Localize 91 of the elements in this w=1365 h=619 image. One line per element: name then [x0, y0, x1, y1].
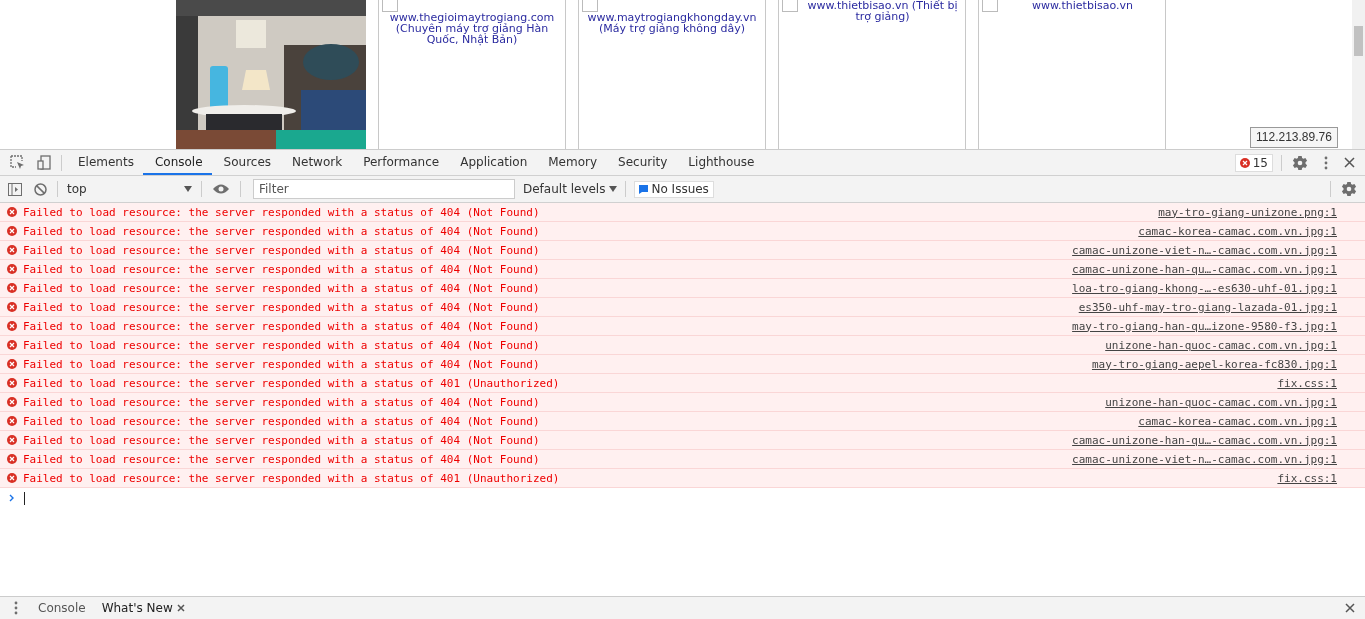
context-dropdown[interactable]: top: [62, 182, 197, 196]
error-icon: [7, 454, 17, 464]
error-text: Failed to load resource: the server responded with a status of 404 (Not Found): [23, 338, 541, 352]
link-text[interactable]: (Máy trợ giảng không dây): [581, 23, 763, 34]
error-text: Failed to load resource: the server responded with a status of 404 (Not Found): [23, 224, 541, 238]
panel-tab[interactable]: Sources: [211, 150, 281, 175]
source-link[interactable]: loa-tro-giang-khong-…-es630-uhf-01.jpg:1: [1072, 281, 1337, 295]
dropdown-arrow-icon: [184, 186, 192, 192]
source-link[interactable]: fix.css:1: [1277, 471, 1337, 485]
scrollbar[interactable]: [1352, 0, 1365, 149]
panel-tab[interactable]: Security: [606, 150, 677, 175]
sidebar-toggle-icon[interactable]: [8, 182, 22, 196]
error-count-badge[interactable]: 15: [1234, 153, 1273, 172]
error-text: Failed to load resource: the server responded with a status of 404 (Not Found): [23, 262, 541, 276]
link-text[interactable]: (Chuyên máy trợ giảng Hàn Quốc, Nhật Bản): [381, 23, 563, 45]
link-text[interactable]: www.thietbisao.vn (Thiết bị trợ giảng): [781, 0, 963, 22]
source-link[interactable]: may-tro-giang-unizone.png:1: [1158, 205, 1337, 219]
panel-tab[interactable]: Application: [448, 150, 537, 175]
error-text: Failed to load resource: the server responded with a status of 401 (Unauthorized): [23, 471, 561, 485]
link-text[interactable]: www.thegioimaytrogiang.com: [381, 0, 563, 23]
error-text: Failed to load resource: the server responded with a status of 404 (Not Found): [23, 433, 541, 447]
message-icon: [639, 184, 649, 194]
error-icon: [7, 340, 17, 350]
source-link[interactable]: camac-unizone-han-qu…-camac.com.vn.jpg:1: [1072, 433, 1337, 447]
prompt-chevron-icon: [9, 494, 15, 502]
source-link[interactable]: unizone-han-quoc-camac.com.vn.jpg:1: [1105, 338, 1337, 352]
eye-icon[interactable]: [212, 183, 230, 195]
source-link[interactable]: may-tro-giang-aepel-korea-fc830.jpg:1: [1091, 357, 1337, 371]
error-icon: [7, 321, 17, 331]
checkbox[interactable]: [982, 0, 998, 12]
error-text: Failed to load resource: the server responded with a status of 404 (Not Found): [23, 452, 541, 466]
panel-tab[interactable]: Lighthouse: [676, 150, 764, 175]
error-icon: [7, 473, 17, 483]
error-icon: [7, 226, 17, 236]
filter-field[interactable]: Filter: [253, 179, 515, 199]
error-icon: [7, 207, 17, 217]
link-text[interactable]: www.maytrogiangkhongday.vn: [581, 0, 763, 23]
panel-tab[interactable]: Memory: [536, 150, 607, 175]
clear-icon[interactable]: [34, 182, 47, 196]
error-icon: [1239, 157, 1250, 168]
panel-tab[interactable]: Network: [280, 150, 352, 175]
link-text[interactable]: www.thietbisao.vn: [981, 0, 1163, 11]
source-link[interactable]: fix.css:1: [1277, 376, 1337, 390]
source-link[interactable]: es350-uhf-may-tro-giang-lazada-01.jpg:1: [1078, 300, 1337, 314]
error-text: Failed to load resource: the server responded with a status of 404 (Not Found): [23, 281, 541, 295]
error-icon: [7, 264, 17, 274]
error-text: Failed to load resource: the server responded with a status of 404 (Not Found): [23, 205, 541, 219]
dropdown-arrow-icon: [609, 186, 618, 192]
source-link[interactable]: may-tro-giang-han-qu…izone-9580-f3.jpg:1: [1072, 319, 1337, 333]
error-icon: [7, 283, 17, 293]
checkbox[interactable]: [582, 0, 598, 12]
source-link[interactable]: camac-unizone-viet-n…-camac.com.vn.jpg:1: [1072, 452, 1337, 466]
error-text: Failed to load resource: the server responded with a status of 401 (Unauthorized): [23, 376, 561, 390]
error-icon: [7, 397, 17, 407]
error-icon: [7, 359, 17, 369]
error-text: Failed to load resource: the server responded with a status of 404 (Not Found): [23, 395, 541, 409]
source-link[interactable]: camac-unizone-viet-n…-camac.com.vn.jpg:1: [1072, 243, 1337, 257]
error-text: Failed to load resource: the server responded with a status of 404 (Not Found): [23, 357, 541, 371]
close-icon[interactable]: [1344, 157, 1355, 168]
error-text: Failed to load resource: the server responded with a status of 404 (Not Found): [23, 300, 541, 314]
error-text: Failed to load resource: the server responded with a status of 404 (Not Found): [23, 319, 541, 333]
drawer-tab[interactable]: What's New: [93, 597, 193, 619]
error-icon: [7, 302, 17, 312]
inspect-icon[interactable]: [10, 155, 25, 170]
ip-tooltip: 112.213.89.76: [1250, 127, 1338, 148]
source-link[interactable]: unizone-han-quoc-camac.com.vn.jpg:1: [1105, 395, 1337, 409]
source-link[interactable]: camac-korea-camac.com.vn.jpg:1: [1138, 224, 1337, 238]
error-icon: [7, 416, 17, 426]
source-link[interactable]: camac-korea-camac.com.vn.jpg:1: [1138, 414, 1337, 428]
panel-tab[interactable]: Elements: [66, 150, 143, 175]
more-options-icon[interactable]: [1324, 155, 1328, 170]
issues-button[interactable]: No Issues: [634, 180, 714, 198]
scrollbar-thumb[interactable]: [1354, 26, 1363, 56]
close-icon[interactable]: [176, 604, 185, 612]
settings-icon[interactable]: [1341, 182, 1357, 196]
error-text: Failed to load resource: the server responded with a status of 404 (Not Found): [23, 414, 541, 428]
error-icon: [7, 245, 17, 255]
error-icon: [7, 378, 17, 388]
text-cursor: [24, 491, 25, 505]
settings-icon[interactable]: [1292, 155, 1308, 170]
close-icon[interactable]: [1345, 603, 1355, 613]
error-icon: [7, 435, 17, 445]
device-toolbar-icon[interactable]: [37, 155, 51, 170]
log-levels-dropdown[interactable]: Default levels: [519, 182, 622, 196]
checkbox[interactable]: [782, 0, 798, 12]
panel-tab[interactable]: Performance: [351, 150, 449, 175]
checkbox[interactable]: [382, 0, 398, 12]
source-link[interactable]: camac-unizone-han-qu…-camac.com.vn.jpg:1: [1072, 262, 1337, 276]
error-text: Failed to load resource: the server responded with a status of 404 (Not Found): [23, 243, 541, 257]
drawer-tab[interactable]: Console: [30, 597, 94, 619]
more-options-icon[interactable]: [14, 601, 18, 615]
